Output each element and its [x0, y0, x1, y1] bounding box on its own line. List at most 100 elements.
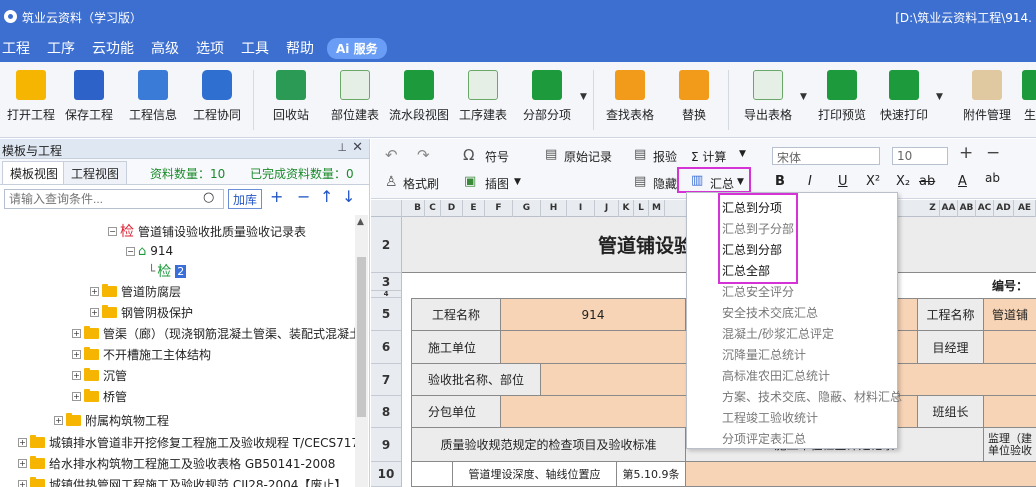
- col-header[interactable]: F: [485, 200, 513, 217]
- tree-item[interactable]: + 管渠（廊）（现浇钢筋混凝土管渠、装配式混凝土: [72, 323, 355, 343]
- tree-item[interactable]: − ⌂ 914: [126, 241, 173, 261]
- col-header[interactable]: L: [634, 200, 649, 217]
- font-select[interactable]: 宋体: [772, 147, 880, 165]
- menu-item-safety-score[interactable]: 汇总安全评分: [722, 283, 794, 300]
- tree-scrollbar[interactable]: ▲: [355, 215, 368, 487]
- tree-item[interactable]: − 检 管道铺设验收批质量验收记录表: [108, 221, 306, 241]
- attachment-button[interactable]: 附件管理: [955, 68, 1019, 123]
- col-header[interactable]: K: [619, 200, 634, 217]
- tree-item[interactable]: + 附属构筑物工程: [54, 410, 169, 430]
- font-color-button[interactable]: A: [958, 174, 967, 189]
- more-button[interactable]: 生: [1020, 68, 1036, 123]
- save-project-button[interactable]: 保存工程: [57, 68, 121, 123]
- row-header[interactable]: 3: [371, 273, 402, 291]
- tree-item[interactable]: + 不开槽施工主体结构: [72, 344, 211, 364]
- pinyin-button[interactable]: ab: [985, 171, 1000, 185]
- expand-icon[interactable]: +: [18, 437, 27, 447]
- subscript-button[interactable]: X₂: [896, 174, 910, 189]
- bold-button[interactable]: B: [775, 174, 785, 189]
- value-project-name-right[interactable]: 管道铺: [984, 298, 1036, 331]
- value-project-name[interactable]: 914: [501, 298, 686, 331]
- menu-item-summary-to-part[interactable]: 汇总到分部: [722, 241, 782, 258]
- col-header[interactable]: E: [463, 200, 485, 217]
- open-project-button[interactable]: 打开工程: [0, 68, 63, 123]
- quick-print-button[interactable]: 快速打印: [872, 68, 936, 123]
- menu-item-settlement[interactable]: 沉降量汇总统计: [722, 346, 806, 363]
- chevron-down-icon[interactable]: ▼: [737, 177, 744, 187]
- redo-icon[interactable]: ↷: [417, 146, 430, 164]
- tree-item[interactable]: + 城镇排水管道非开挖修复工程施工及验收规程 T/CECS717-: [18, 432, 355, 452]
- menu-item-summary-to-item[interactable]: 汇总到分项: [722, 199, 782, 216]
- strikethrough-button[interactable]: ab: [919, 174, 935, 189]
- row-header[interactable]: 6: [371, 331, 402, 364]
- col-header[interactable]: I: [567, 200, 595, 217]
- italic-button[interactable]: I: [808, 174, 812, 189]
- original-record-button[interactable]: 原始记录: [564, 148, 612, 165]
- col-header[interactable]: AC: [976, 200, 994, 217]
- underline-button[interactable]: U: [838, 174, 848, 189]
- empty-cell[interactable]: [411, 462, 453, 487]
- col-header[interactable]: AE: [1014, 200, 1036, 217]
- arrow-up-icon[interactable]: ↑: [320, 187, 333, 206]
- tree-item[interactable]: + 桥管: [72, 386, 127, 406]
- expand-icon[interactable]: +: [90, 307, 99, 317]
- menu-tools[interactable]: 工具: [235, 38, 275, 58]
- export-table-button[interactable]: 导出表格: [736, 68, 800, 123]
- symbol-button[interactable]: 符号: [485, 148, 509, 165]
- insert-image-button[interactable]: 插图: [485, 175, 509, 192]
- tree-item-selected[interactable]: └ 检 2: [148, 261, 187, 281]
- row-header[interactable]: 9: [371, 428, 402, 462]
- superscript-button[interactable]: X²: [866, 174, 880, 189]
- decrease-font-icon[interactable]: −: [986, 143, 1000, 163]
- scroll-up-icon[interactable]: ▲: [357, 217, 364, 227]
- menu-help[interactable]: 帮助: [280, 38, 320, 58]
- col-header[interactable]: AB: [958, 200, 976, 217]
- menu-item-completion[interactable]: 工程竣工验收统计: [722, 409, 818, 426]
- label-manager[interactable]: 目经理: [918, 331, 984, 364]
- menu-cloud[interactable]: 云功能: [86, 38, 140, 58]
- expand-icon[interactable]: +: [54, 415, 63, 425]
- col-header[interactable]: G: [513, 200, 541, 217]
- minus-icon[interactable]: −: [297, 187, 310, 206]
- menu-options[interactable]: 选项: [190, 38, 230, 58]
- row-header[interactable]: 2: [371, 217, 402, 273]
- expand-icon[interactable]: +: [72, 328, 81, 338]
- find-table-button[interactable]: 查找表格: [598, 68, 662, 123]
- chevron-down-icon[interactable]: ▼: [580, 92, 587, 102]
- expand-icon[interactable]: +: [72, 349, 81, 359]
- tab-template-view[interactable]: 模板视图: [2, 161, 67, 184]
- expand-icon[interactable]: +: [72, 391, 81, 401]
- item-depth[interactable]: 管道埋设深度、轴线位置应: [453, 462, 617, 487]
- menu-item-summary-to-subpart[interactable]: 汇总到子分部: [722, 220, 794, 237]
- chevron-down-icon[interactable]: ▼: [800, 92, 807, 102]
- row-header[interactable]: 4: [371, 291, 402, 298]
- chevron-down-icon[interactable]: ▼: [514, 177, 521, 187]
- process-table-button[interactable]: 工序建表: [451, 68, 515, 123]
- label-batch[interactable]: 验收批名称、部位: [411, 364, 541, 396]
- tree-item[interactable]: + 钢管阴极保护: [90, 302, 193, 322]
- font-size-select[interactable]: 10: [892, 147, 948, 165]
- menu-advanced[interactable]: 高级: [145, 38, 185, 58]
- label-team-leader[interactable]: 班组长: [918, 396, 984, 428]
- col-header[interactable]: J: [595, 200, 619, 217]
- split-items-button[interactable]: 分部分项: [515, 68, 579, 123]
- menu-item-item-evaluation[interactable]: 分项评定表汇总: [722, 430, 806, 447]
- collapse-icon[interactable]: −: [126, 246, 135, 256]
- value-record[interactable]: [686, 462, 1036, 487]
- label-supervision[interactable]: 监理（建 单位验收: [984, 428, 1036, 462]
- label-subcontractor[interactable]: 分包单位: [411, 396, 501, 428]
- col-header[interactable]: Z: [926, 200, 940, 217]
- arrow-down-icon[interactable]: ↓: [342, 187, 355, 206]
- tree-item[interactable]: + 管道防腐层: [90, 281, 181, 301]
- col-header[interactable]: H: [541, 200, 567, 217]
- expand-icon[interactable]: +: [90, 286, 99, 296]
- pin-icon[interactable]: ⊥: [337, 141, 347, 154]
- menu-project[interactable]: 工程: [0, 38, 36, 58]
- project-collab-button[interactable]: 工程协同: [185, 68, 249, 123]
- expand-icon[interactable]: +: [18, 458, 27, 468]
- col-header[interactable]: B: [411, 200, 425, 217]
- print-preview-button[interactable]: 打印预览: [810, 68, 874, 123]
- row-header[interactable]: 7: [371, 364, 402, 396]
- menu-item-safety-briefing[interactable]: 安全技术交底汇总: [722, 304, 818, 321]
- project-info-button[interactable]: 工程信息: [121, 68, 185, 123]
